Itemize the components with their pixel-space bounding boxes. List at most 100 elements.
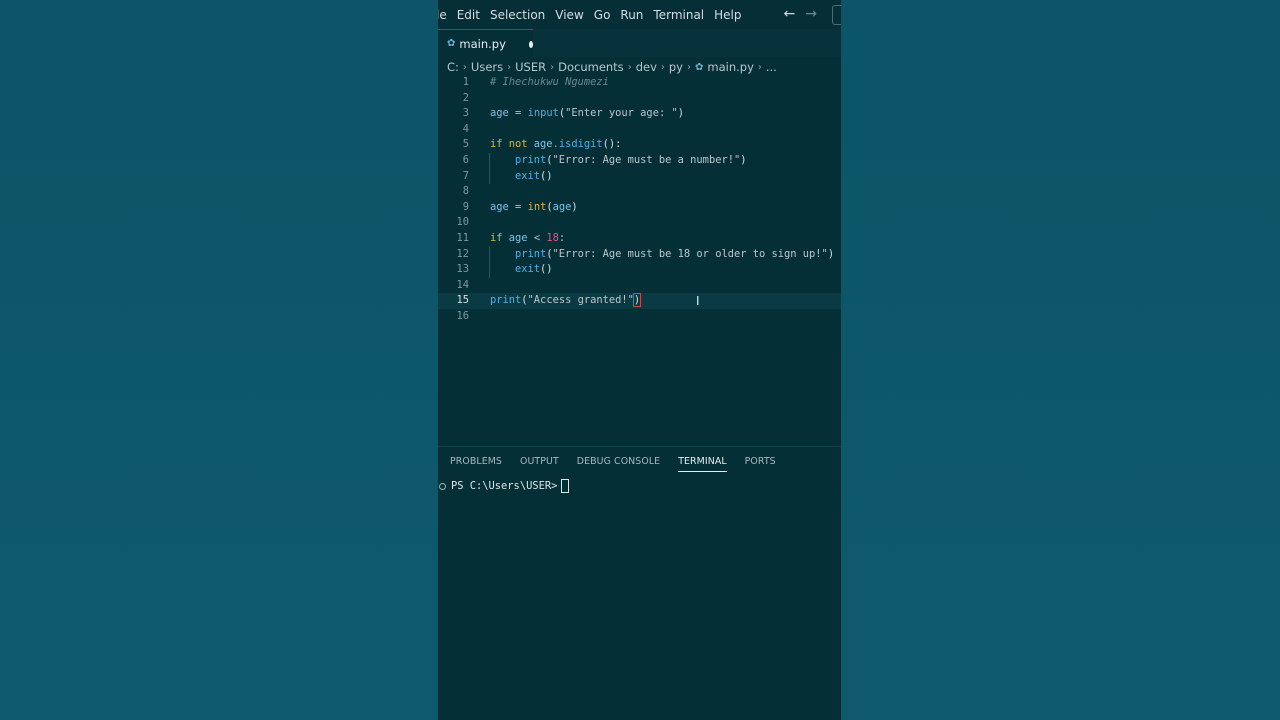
chevron-right-icon: › (660, 61, 665, 73)
line-number: 6 (462, 153, 469, 166)
code-line-current[interactable]: 15 print("Access granted!") I (438, 293, 841, 309)
code-token: age (533, 138, 553, 151)
code-token: ) (827, 247, 835, 260)
code-token: "Access granted!" (527, 294, 634, 307)
forward-arrow-icon[interactable]: → (805, 6, 817, 22)
code-line[interactable]: 3 age = input("Enter your age: ") (438, 106, 841, 122)
menu-terminal[interactable]: Terminal (648, 8, 709, 22)
unsaved-dot-icon[interactable] (528, 40, 533, 48)
background-right (841, 0, 1280, 720)
back-arrow-icon[interactable]: ← (784, 6, 796, 22)
breadcrumb-item[interactable]: Documents (558, 60, 624, 74)
code-token: age (490, 200, 509, 213)
code-line[interactable]: 11 if age < 18: (438, 231, 841, 247)
menu-view[interactable]: View (550, 8, 588, 22)
matching-bracket: ) (632, 293, 642, 308)
breadcrumb-item[interactable]: dev (636, 60, 657, 74)
line-number: 12 (456, 247, 469, 260)
line-number: 16 (456, 309, 469, 322)
code-token: : (558, 231, 566, 244)
menu-go[interactable]: Go (589, 8, 616, 22)
menu-help[interactable]: Help (709, 8, 746, 22)
line-number: 4 (462, 122, 469, 135)
code-token: () (540, 263, 553, 276)
breadcrumb-item[interactable]: USER (515, 60, 546, 74)
code-token: age (490, 107, 509, 120)
code-comment: # Ihechukwu Ngumezi (490, 76, 609, 88)
python-icon: ✿ (694, 61, 704, 73)
code-line[interactable]: 2 (438, 91, 841, 107)
code-editor[interactable]: 1 # Ihechukwu Ngumezi 2 3 age = input("Ent… (438, 75, 841, 325)
code-token: exit (515, 169, 541, 182)
indent-guide (489, 152, 490, 169)
line-number: 3 (462, 107, 469, 120)
terminal[interactable]: PS C:\Users\USER> (438, 479, 570, 493)
tab-terminal[interactable]: TERMINAL (678, 456, 727, 472)
line-number: 2 (462, 91, 469, 104)
line-number: 10 (456, 216, 469, 229)
code-line[interactable]: 1 # Ihechukwu Ngumezi (438, 75, 841, 91)
command-center-box[interactable] (832, 5, 841, 25)
code-line[interactable]: 8 (438, 184, 841, 200)
code-token: input (527, 107, 559, 120)
editor-tab-bar: ✿ main.py (438, 29, 841, 58)
breadcrumb-item[interactable]: Users (471, 60, 503, 74)
line-number: 13 (456, 263, 469, 276)
panel-divider (438, 446, 841, 447)
tab-output[interactable]: OUTPUT (520, 456, 559, 472)
code-line[interactable]: 13 exit() (438, 262, 841, 278)
line-number: 7 (462, 169, 469, 182)
code-line[interactable]: 14 (438, 278, 841, 294)
line-number: 14 (456, 278, 469, 291)
tab-main-py[interactable]: ✿ main.py (438, 29, 533, 58)
code-token: print (515, 153, 547, 166)
panel-tabs: PROBLEMS OUTPUT DEBUG CONSOLE TERMINAL P… (450, 456, 794, 472)
code-line[interactable]: 9 age = int(age) (438, 200, 841, 216)
terminal-prompt: PS C:\Users\USER> (451, 480, 558, 492)
line-number: 5 (462, 138, 469, 151)
menu-file[interactable]: le (438, 8, 452, 22)
vscode-window: le Edit Selection View Go Run Terminal H… (438, 0, 841, 720)
chevron-right-icon: › (686, 61, 691, 73)
breadcrumb-item[interactable]: C: (447, 60, 459, 74)
indent-guide (489, 262, 490, 278)
menu-edit[interactable]: Edit (452, 8, 485, 22)
line-number: 9 (462, 200, 469, 213)
menu-run[interactable]: Run (615, 8, 648, 22)
tab-ports[interactable]: PORTS (745, 456, 776, 472)
python-icon: ✿ (447, 38, 456, 49)
code-line[interactable]: 7 exit() (438, 168, 841, 185)
code-token: "Error: Age must be 18 or older to sign … (552, 247, 828, 260)
code-token: (): (602, 138, 622, 151)
breadcrumb-item[interactable]: main.py (707, 60, 754, 74)
nav-arrows: ← → (784, 6, 817, 22)
terminal-status-dot-icon (439, 482, 446, 490)
breadcrumb-item[interactable]: ... (766, 60, 777, 74)
code-line[interactable]: 10 (438, 215, 841, 231)
tab-problems[interactable]: PROBLEMS (450, 456, 502, 472)
code-token: = (508, 107, 528, 120)
code-line[interactable]: 16 (438, 309, 841, 325)
code-line[interactable]: 4 (438, 122, 841, 138)
code-token: "Error: Age must be a number!" (552, 153, 741, 166)
line-number: 8 (462, 185, 469, 198)
indent-guide (489, 168, 490, 185)
code-token: print (515, 247, 547, 260)
code-token: = (508, 200, 528, 213)
chevron-right-icon: › (462, 61, 467, 73)
tab-debug-console[interactable]: DEBUG CONSOLE (577, 456, 660, 472)
chevron-right-icon: › (757, 61, 762, 73)
menu-selection[interactable]: Selection (485, 8, 550, 22)
chevron-right-icon: › (627, 61, 632, 73)
code-line[interactable]: 6 print("Error: Age must be a number!") (438, 152, 841, 169)
breadcrumb-item[interactable]: py (669, 60, 683, 74)
code-token: .isdigit (552, 138, 603, 151)
code-token: ) (677, 107, 684, 120)
menu-bar: le Edit Selection View Go Run Terminal H… (438, 0, 841, 29)
code-token: 18 (546, 231, 559, 244)
code-line[interactable]: 12 print("Error: Age must be 18 or older … (438, 246, 841, 263)
code-token: "Enter your age: " (565, 107, 678, 120)
code-token: < (527, 231, 547, 244)
code-line[interactable]: 5 if not age.isdigit(): (438, 137, 841, 153)
terminal-cursor (561, 479, 570, 493)
